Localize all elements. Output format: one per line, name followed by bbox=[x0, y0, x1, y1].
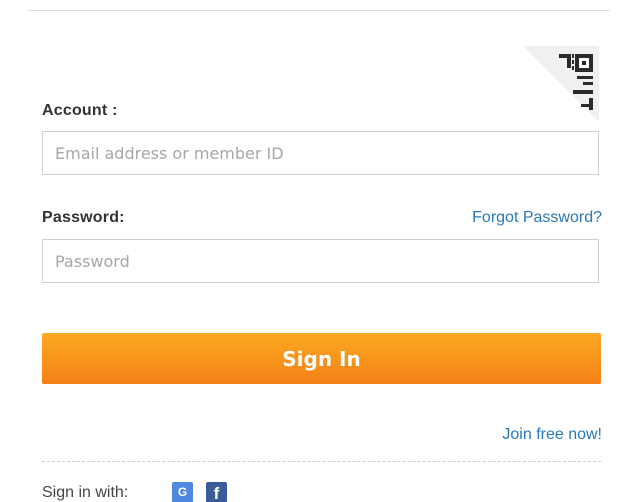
google-icon[interactable]: G bbox=[172, 482, 193, 502]
login-panel: Account : Password: Forgot Password? Sig… bbox=[0, 0, 623, 502]
password-field[interactable] bbox=[42, 239, 599, 283]
password-label: Password: bbox=[42, 209, 125, 226]
join-free-link[interactable]: Join free now! bbox=[502, 426, 602, 444]
sign-in-with-label: Sign in with: bbox=[42, 484, 129, 501]
forgot-password-link[interactable]: Forgot Password? bbox=[472, 209, 602, 227]
facebook-icon[interactable]: f bbox=[206, 482, 227, 502]
dashed-divider bbox=[42, 461, 601, 462]
sign-in-button[interactable]: Sign In bbox=[42, 333, 601, 384]
email-field[interactable] bbox=[42, 131, 599, 175]
qr-code-icon[interactable] bbox=[523, 46, 599, 122]
top-divider bbox=[28, 10, 610, 11]
account-label: Account : bbox=[42, 102, 118, 119]
